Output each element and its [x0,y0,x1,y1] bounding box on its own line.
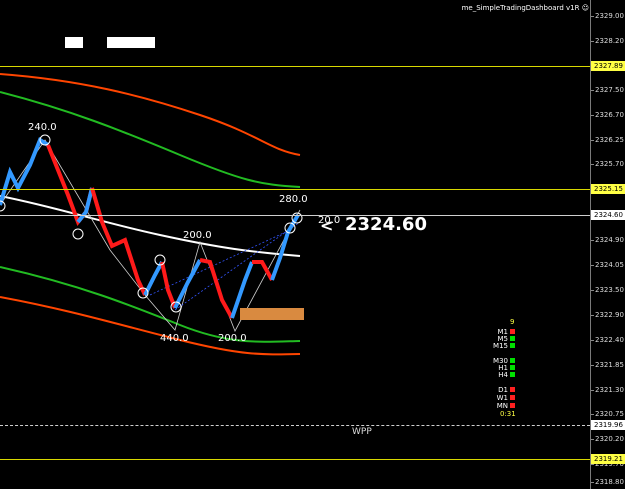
level-line[interactable] [0,459,590,460]
price-line-up-4 [173,259,202,309]
price-tick: 2321.85 [591,361,624,369]
price-tick: 2328.20 [591,37,624,45]
zigzag-label: 200.0 [183,230,212,241]
price-tick: 2320.20 [591,435,624,443]
price-tick: 2321.30 [591,386,624,394]
timeframe-row: MN [486,402,526,410]
zigzag-label: 200.0 [218,333,247,344]
level-line[interactable] [0,215,590,216]
timeframe-label: H4 [498,371,508,379]
timeframe-status [510,336,515,341]
hidden-label-box [107,37,155,48]
mid-line [0,195,301,257]
demand-zone[interactable] [240,308,304,320]
price-tag: 2319.21 [591,454,625,464]
timeframe-label: D1 [498,386,508,394]
price-tag: 2319.96 [591,420,625,430]
price-tick: 2326.70 [591,111,624,119]
price-tag: 2324.60 [591,210,625,220]
timeframe-status [510,343,515,348]
price-line-down-5 [252,260,274,281]
price-tick: 2325.70 [591,160,624,168]
timeframe-status [510,365,515,370]
price-tick: 2327.50 [591,86,624,94]
timeframe-status [510,329,515,334]
timeframe-status [510,372,515,377]
price-tick: 2324.05 [591,261,624,269]
timeframe-status [510,395,515,400]
timeframe-status [510,387,515,392]
timeframe-label: W1 [496,394,508,402]
timeframe-label: MN [496,402,508,410]
current-price-label: 2324.60 [345,214,427,235]
price-axis[interactable]: 2329.00 2328.20 2327.50 2326.70 2326.25 … [590,0,625,489]
price-tag: 2325.15 [591,184,625,194]
timeframe-row: M15 [486,342,526,350]
timeframe-status [510,403,515,408]
timeframe-row: W1 [486,394,526,402]
price-tick: 2323.50 [591,286,624,294]
swing-marker [72,228,84,240]
timeframe-status [510,358,515,363]
bar-timer: 0:31 [500,410,516,418]
price-tick: 2320.75 [591,410,624,418]
price-tick: 2322.90 [591,311,624,319]
level-line[interactable] [0,66,590,67]
price-line-down-3 [160,261,177,309]
price-tag: 2327.89 [591,61,625,71]
hidden-label-box [65,37,83,48]
timeframe-label: M15 [493,342,508,350]
zigzag-line [0,139,301,332]
price-arrow: < [320,216,334,235]
indicator-title-text: me_SimpleTradingDashboard v1R [461,4,580,12]
lower-outer-band [0,296,301,356]
price-tick: 2326.25 [591,136,624,144]
price-tick: 2318.80 [591,478,624,486]
price-tick: 2324.90 [591,236,624,244]
smiley-icon: ☺ [581,4,589,12]
lower-inner-band [0,266,301,343]
indicator-title: me_SimpleTradingDashboard v1R ☺ [462,4,589,12]
zigzag-label: 240.0 [28,122,57,133]
zigzag-label: 440.0 [160,333,189,344]
timeframe-row: D1 [486,386,526,394]
level-line[interactable] [0,189,590,190]
price-tick: 2322.40 [591,336,624,344]
price-line-down-2 [90,187,147,296]
channel-line-2 [149,229,291,296]
zigzag-label: 280.0 [279,194,308,205]
price-tick: 2329.00 [591,12,624,20]
timeframe-row: H4 [486,371,526,379]
timeframe-count: 9 [510,318,515,326]
wpp-line[interactable] [0,425,590,426]
wpp-label: WPP [352,427,372,437]
